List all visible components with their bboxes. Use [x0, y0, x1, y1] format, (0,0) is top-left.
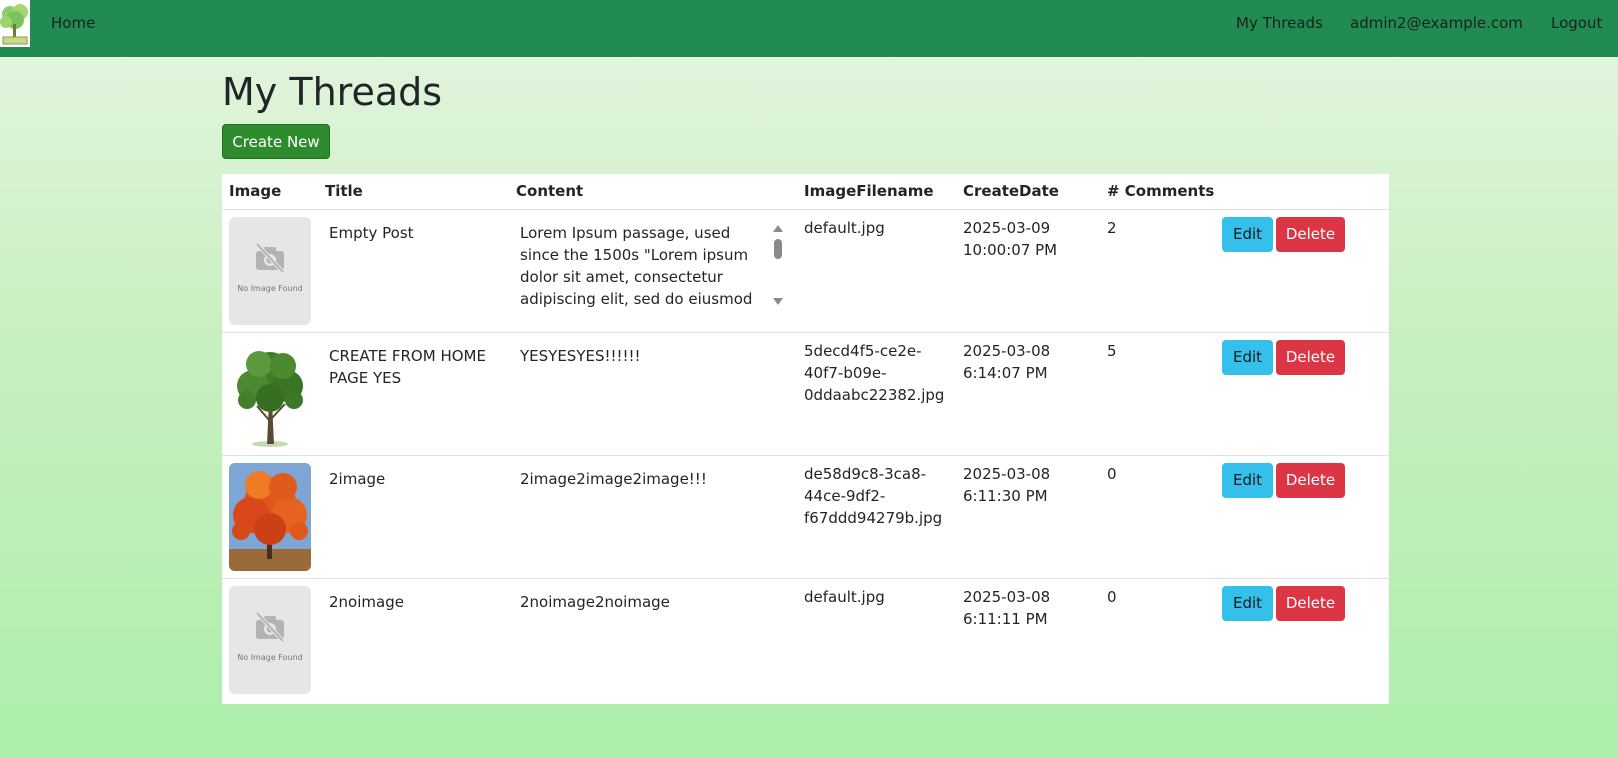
edit-button[interactable]: Edit [1222, 585, 1273, 621]
nav-my-threads-link[interactable]: My Threads [1236, 0, 1323, 47]
threads-table: Image Title Content ImageFilename Create… [222, 174, 1389, 701]
image-cell: No Image Found [222, 209, 318, 333]
title-cell: 2image [318, 455, 509, 579]
page-title: My Threads [222, 70, 443, 114]
edit-button[interactable]: Edit [1222, 339, 1273, 375]
nav-logout-link[interactable]: Logout [1551, 0, 1602, 47]
create-new-button[interactable]: Create New [222, 124, 330, 159]
no-image-placeholder: No Image Found [229, 585, 311, 694]
no-camera-icon [255, 611, 285, 642]
title-cell: Empty Post [318, 209, 509, 333]
site-logo[interactable] [0, 0, 30, 47]
header-comments: # Comments [1100, 174, 1215, 210]
comments-cell: 5 [1100, 332, 1215, 456]
top-navbar: Home My Threads admin2@example.com Logou… [0, 0, 1618, 57]
thread-image-green-tree [229, 339, 311, 448]
no-camera-icon [255, 242, 285, 273]
header-title: Title [318, 174, 509, 210]
delete-button[interactable]: Delete [1276, 462, 1345, 498]
comments-cell: 0 [1107, 587, 1117, 606]
actions-cell: Edit Delete [1215, 209, 1389, 333]
header-content: Content [509, 174, 797, 210]
table-row: CREATE FROM HOME PAGE YES YESYESYES!!!!!… [222, 332, 1389, 456]
no-image-label: No Image Found [237, 652, 303, 662]
filename-cell: de58d9c8-3ca8-44ce-9df2-f67ddd94279b.jpg [797, 455, 956, 579]
image-cell [222, 455, 318, 579]
header-image: Image [222, 174, 318, 210]
content-cell: YESYESYES!!!!!! [509, 332, 797, 456]
image-cell: No Image Found [222, 578, 318, 701]
content-scroll-area[interactable]: Lorem Ipsum passage, used since the 1500… [520, 222, 790, 314]
thread-image-autumn-tree [229, 462, 311, 571]
image-cell [222, 332, 318, 456]
content-cell: 2noimage2noimage [520, 592, 670, 611]
edit-button[interactable]: Edit [1222, 216, 1273, 252]
comments-cell: 0 [1100, 455, 1215, 579]
table-header-row: Image Title Content ImageFilename Create… [222, 174, 1389, 210]
createdate-cell: 2025-03-08 6:11:11 PM [963, 587, 1051, 628]
filename-cell: default.jpg [797, 209, 956, 333]
header-imagefilename: ImageFilename [797, 174, 956, 210]
no-image-placeholder: No Image Found [229, 216, 311, 325]
table-row: No Image Found 2noimage 2noimage2noimage… [222, 578, 1389, 701]
actions-cell: Edit Delete [1215, 578, 1389, 701]
createdate-cell: 2025-03-08 6:14:07 PM [956, 332, 1100, 456]
no-image-label: No Image Found [237, 283, 303, 293]
createdate-cell: 2025-03-09 10:00:07 PM [956, 209, 1100, 333]
content-scrollbar[interactable] [772, 224, 784, 310]
delete-button[interactable]: Delete [1276, 585, 1345, 621]
comments-cell: 2 [1100, 209, 1215, 333]
title-cell: 2noimage [329, 592, 404, 611]
threads-table-container: Image Title Content ImageFilename Create… [222, 174, 1389, 704]
header-actions [1215, 174, 1389, 210]
table-row: No Image Found Empty Post Lorem Ipsum pa… [222, 209, 1389, 333]
content-cell: 2image2image2image!!! [509, 455, 797, 579]
actions-cell: Edit Delete [1215, 332, 1389, 456]
createdate-cell: 2025-03-08 6:11:30 PM [956, 455, 1100, 579]
filename-cell: default.jpg [804, 587, 885, 606]
header-createdate: CreateDate [956, 174, 1100, 210]
filename-cell: 5decd4f5-ce2e-40f7-b09e-0ddaabc22382.jpg [797, 332, 956, 456]
actions-cell: Edit Delete [1215, 455, 1389, 579]
content-text: Lorem Ipsum passage, used since the 1500… [520, 223, 753, 314]
nav-home-link[interactable]: Home [51, 0, 95, 47]
delete-button[interactable]: Delete [1276, 216, 1345, 252]
content-cell: Lorem Ipsum passage, used since the 1500… [509, 209, 797, 333]
nav-user-email-link[interactable]: admin2@example.com [1350, 0, 1523, 47]
title-cell: CREATE FROM HOME PAGE YES [318, 332, 509, 456]
table-row: 2image 2image2image2image!!! de58d9c8-3c… [222, 455, 1389, 579]
edit-button[interactable]: Edit [1222, 462, 1273, 498]
delete-button[interactable]: Delete [1276, 339, 1345, 375]
